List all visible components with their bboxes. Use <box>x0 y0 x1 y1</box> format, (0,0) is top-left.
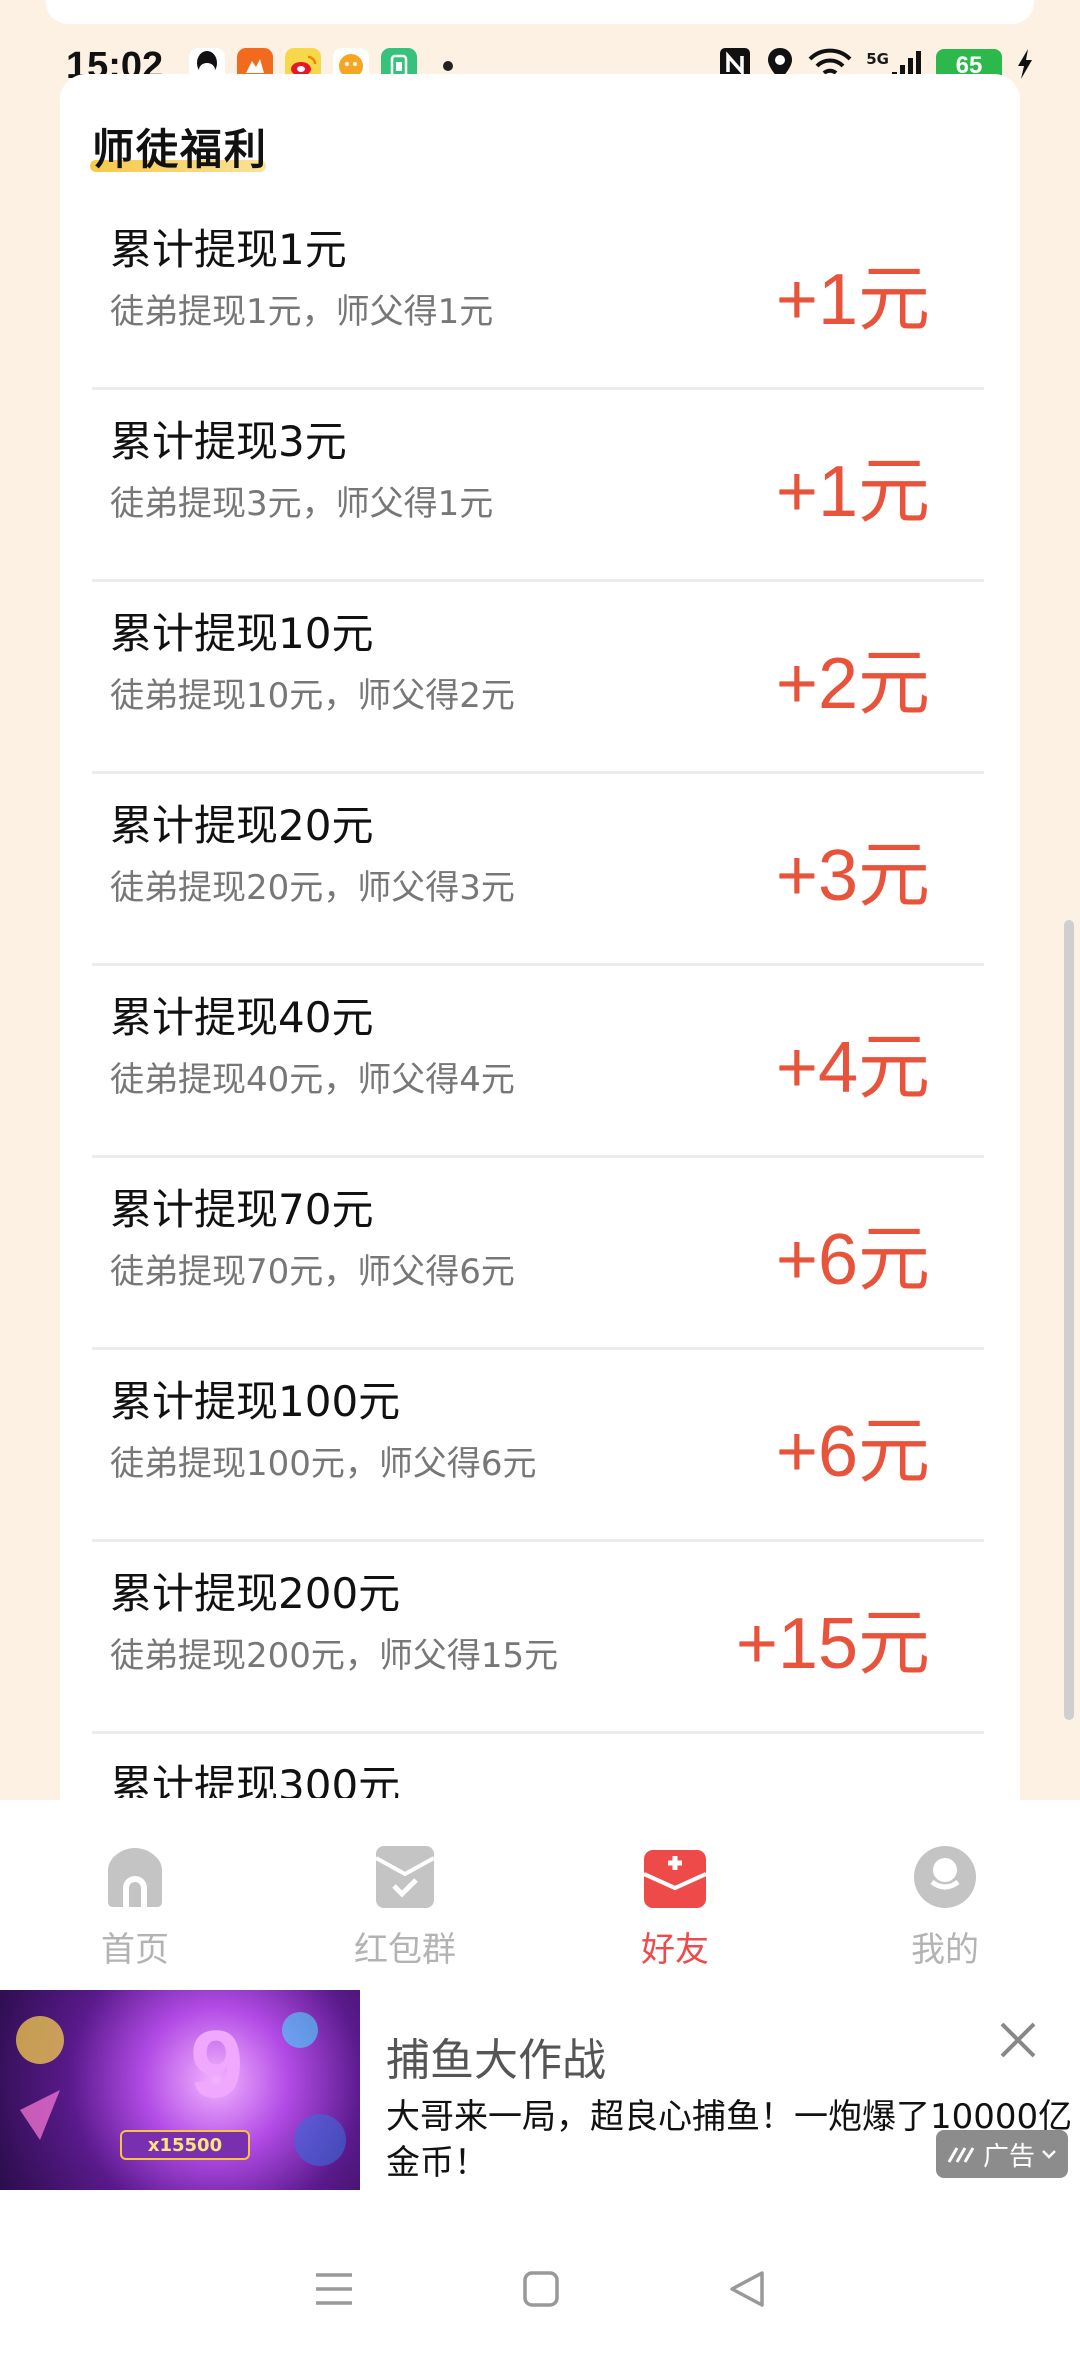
reward-title: 累计提现3元 <box>110 417 347 466</box>
bottom-nav: 首页 红包群 好友 我的 <box>0 1800 1080 1992</box>
ad-network-icon <box>947 2147 975 2163</box>
more-notifications-dot <box>443 61 454 71</box>
nav-label: 红包群 <box>354 1930 456 1970</box>
ad-image-x9-graphic: 9 <box>190 2011 244 2118</box>
reward-title: 累计提现100元 <box>110 1377 401 1426</box>
red-packet-group-icon <box>372 1844 438 1910</box>
reward-desc: 徒弟提现40元，师父得4元 <box>110 1060 515 1100</box>
ad-close-icon[interactable] <box>996 2018 1040 2062</box>
reward-desc: 徒弟提现3元，师父得1元 <box>110 484 494 524</box>
chevron-down-icon <box>1042 2150 1056 2159</box>
scrollbar[interactable] <box>1064 920 1074 1720</box>
back-icon[interactable] <box>728 2269 766 2313</box>
reward-desc: 徒弟提现20元，师父得3元 <box>110 868 515 908</box>
reward-title: 累计提现1元 <box>110 225 347 274</box>
friends-icon <box>642 1844 708 1910</box>
reward-list: 累计提现1元 徒弟提现1元，师父得1元 +1元 累计提现3元 徒弟提现3元，师父… <box>92 198 984 1798</box>
reward-title: 累计提现200元 <box>110 1569 401 1618</box>
reward-row: 累计提现20元 徒弟提现20元，师父得3元 +3元 <box>92 774 984 966</box>
reward-amount: +2元 <box>775 644 930 724</box>
network-type: 5G <box>866 50 889 68</box>
reward-desc: 徒弟提现200元，师父得15元 <box>110 1636 559 1676</box>
nav-label: 首页 <box>101 1930 169 1970</box>
ad-image[interactable]: 9 x15500 <box>0 1990 360 2190</box>
reward-row: 累计提现70元 徒弟提现70元，师父得6元 +6元 <box>92 1158 984 1350</box>
home-icon <box>102 1844 168 1910</box>
previous-card-edge <box>46 0 1034 24</box>
ad-label-badge[interactable]: 广告 <box>936 2130 1068 2178</box>
nav-item-home[interactable]: 首页 <box>0 1800 270 1992</box>
reward-row: 累计提现10元 徒弟提现10元，师父得2元 +2元 <box>92 582 984 774</box>
reward-desc: 徒弟提现70元，师父得6元 <box>110 1252 515 1292</box>
reward-desc: 徒弟提现10元，师父得2元 <box>110 676 515 716</box>
reward-amount: +1元 <box>775 260 930 340</box>
reward-row: 累计提现40元 徒弟提现40元，师父得4元 +4元 <box>92 966 984 1158</box>
reward-row: 累计提现3元 徒弟提现3元，师父得1元 +1元 <box>92 390 984 582</box>
reward-row: 累计提现200元 徒弟提现200元，师父得15元 +15元 <box>92 1542 984 1734</box>
nav-item-red-packet-group[interactable]: 红包群 <box>270 1800 540 1992</box>
reward-title: 累计提现20元 <box>110 801 374 850</box>
profile-icon <box>912 1844 978 1910</box>
ad-label-text: 广告 <box>982 2141 1035 2172</box>
charging-icon <box>1016 48 1034 84</box>
ad-image-badge: x15500 <box>120 2130 250 2160</box>
reward-title: 累计提现40元 <box>110 993 374 1042</box>
system-nav-bar <box>0 2220 1080 2362</box>
reward-title: 累计提现300元 <box>110 1761 401 1798</box>
reward-row: 累计提现300元 <box>92 1734 984 1798</box>
ad-title[interactable]: 捕鱼大作战 <box>386 2024 606 2088</box>
nav-label: 我的 <box>911 1930 979 1970</box>
reward-amount: +3元 <box>775 836 930 916</box>
reward-amount: +15元 <box>735 1604 930 1684</box>
home-button-icon[interactable] <box>522 2270 560 2312</box>
reward-desc: 徒弟提现100元，师父得6元 <box>110 1444 537 1484</box>
menu-icon[interactable] <box>314 2272 354 2310</box>
reward-amount: +1元 <box>775 452 930 532</box>
nav-item-friends[interactable]: 好友 <box>540 1800 810 1992</box>
nav-item-profile[interactable]: 我的 <box>810 1800 1080 1992</box>
reward-row: 累计提现1元 徒弟提现1元，师父得1元 +1元 <box>92 198 984 390</box>
nav-label: 好友 <box>641 1930 709 1970</box>
reward-title: 累计提现70元 <box>110 1185 374 1234</box>
reward-amount: +6元 <box>775 1412 930 1492</box>
reward-row: 累计提现100元 徒弟提现100元，师父得6元 +6元 <box>92 1350 984 1542</box>
section-title: 师徒福利 <box>92 125 269 174</box>
ad-banner[interactable]: 9 x15500 捕鱼大作战 大哥来一局，超良心捕鱼！一炮爆了10000亿金币！… <box>0 1990 1080 2190</box>
reward-title: 累计提现10元 <box>110 609 374 658</box>
reward-desc: 徒弟提现1元，师父得1元 <box>110 292 494 332</box>
reward-amount: +6元 <box>775 1220 930 1300</box>
reward-amount: +4元 <box>775 1028 930 1108</box>
